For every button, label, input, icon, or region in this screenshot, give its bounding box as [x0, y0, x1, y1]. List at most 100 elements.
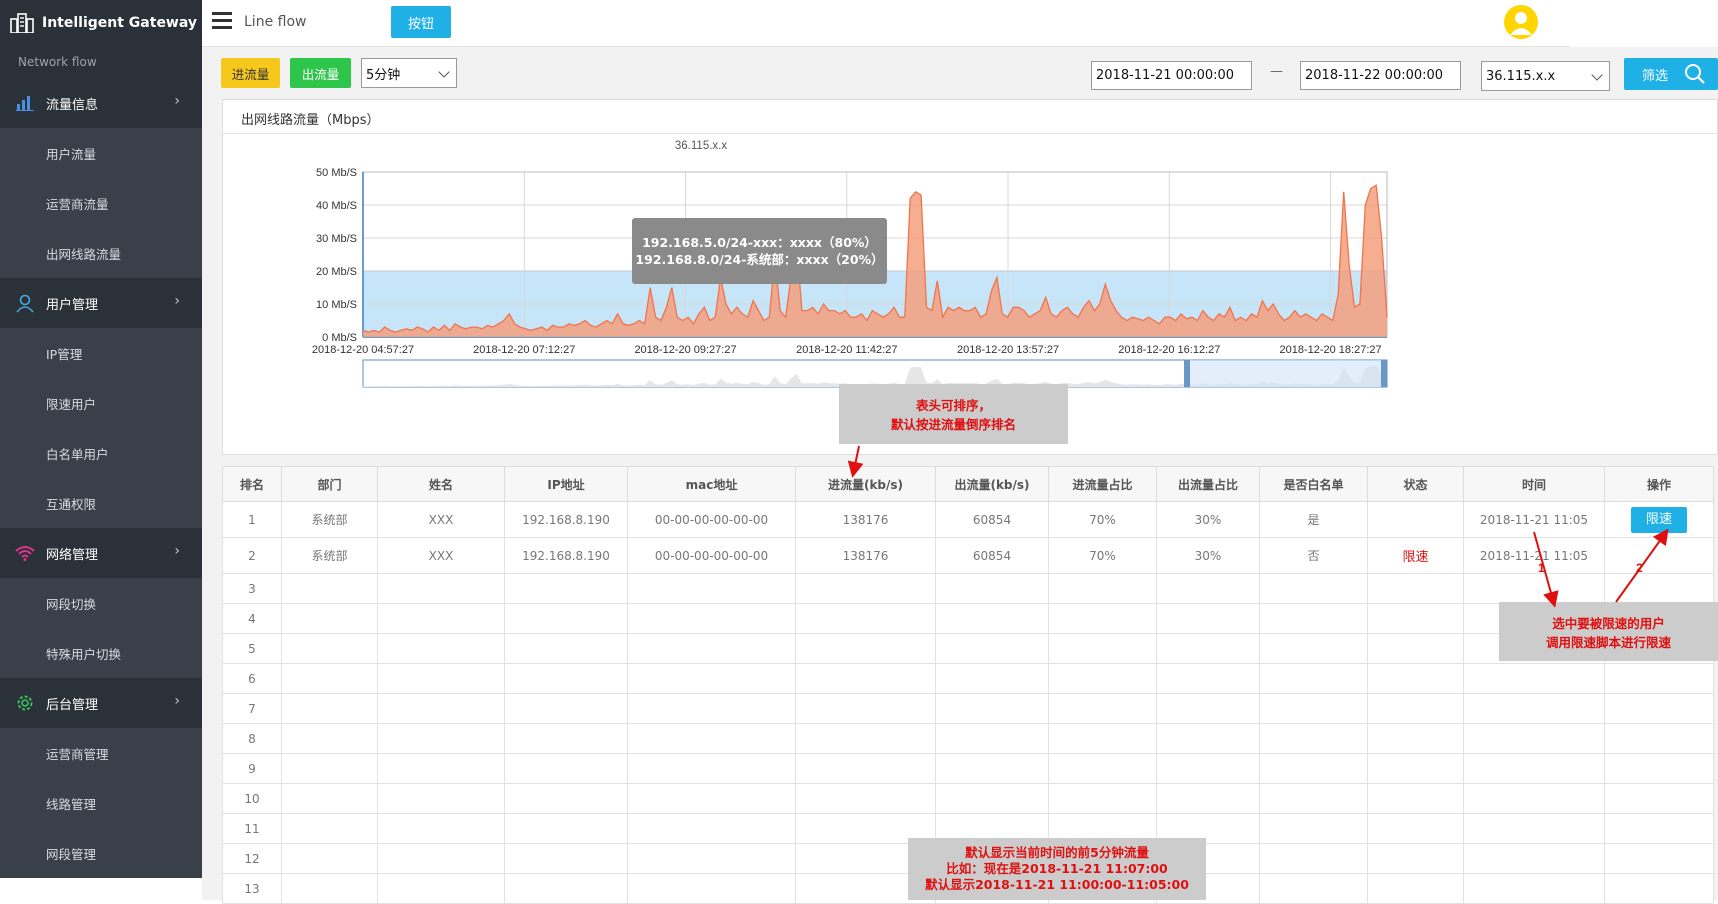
- cell-rank: 8: [222, 723, 282, 754]
- cell-rank: 13: [222, 873, 282, 904]
- x-tick-label: 2018-12-20 04:57:27: [312, 344, 414, 356]
- chart-tooltip: 192.168.5.0/24-xxx：xxxx（80%） 192.168.8.0…: [632, 218, 887, 284]
- empty-cell: [504, 693, 628, 724]
- cell-action: [1604, 537, 1714, 574]
- empty-cell: [627, 633, 796, 664]
- empty-cell: [627, 843, 796, 874]
- empty-cell: [935, 693, 1049, 724]
- empty-cell: [1259, 693, 1368, 724]
- empty-cell: [1048, 723, 1157, 754]
- column-header[interactable]: 状态: [1367, 466, 1464, 502]
- y-tick-label: 50 Mb/S: [316, 167, 357, 179]
- inflow-button[interactable]: 进流量: [221, 58, 280, 88]
- empty-cell: [1367, 753, 1464, 784]
- cell-name: XXX: [377, 501, 505, 538]
- limit-note-line-2: 调用限速脚本进行限速: [1545, 634, 1671, 650]
- empty-cell: [1156, 663, 1260, 694]
- sidebar-item[interactable]: 运营商流量: [0, 178, 202, 228]
- y-tick-label: 30 Mb/S: [316, 233, 357, 245]
- column-header[interactable]: mac地址: [627, 466, 796, 502]
- sidebar-group-2[interactable]: 网络管理 ›: [0, 528, 202, 578]
- column-header[interactable]: 操作: [1604, 466, 1714, 502]
- ip-select[interactable]: 36.115.x.x: [1481, 61, 1610, 91]
- empty-cell: [504, 873, 628, 904]
- avatar[interactable]: [1504, 5, 1538, 39]
- sidebar-item[interactable]: 限速用户: [0, 378, 202, 428]
- sidebar-group-1[interactable]: 用户管理 ›: [0, 278, 202, 328]
- end-time-input[interactable]: 2018-11-22 00:00:00: [1300, 61, 1461, 90]
- empty-cell: [1156, 723, 1260, 754]
- column-header[interactable]: 时间: [1463, 466, 1605, 502]
- empty-cell: [281, 693, 378, 724]
- cell-text: XXX: [428, 548, 454, 563]
- sidebar-item[interactable]: 网段切换: [0, 578, 202, 628]
- column-header[interactable]: 进流量(kb/s): [795, 466, 936, 502]
- rate-limit-button[interactable]: 限速: [1631, 506, 1687, 533]
- sidebar-item[interactable]: 运营商管理: [0, 728, 202, 778]
- column-header[interactable]: 姓名: [377, 466, 505, 502]
- filter-button[interactable]: 筛选: [1624, 58, 1718, 90]
- empty-cell: [795, 753, 936, 784]
- empty-cell: [1604, 873, 1714, 904]
- column-header[interactable]: 排名: [222, 466, 282, 502]
- empty-cell: [1463, 663, 1605, 694]
- cell-text: 192.168.8.190: [522, 512, 610, 527]
- cell-rank: 5: [222, 633, 282, 664]
- table-row[interactable]: 1 系统部 XXX 192.168.8.190 00-00-00-00-00-00 138…: [222, 501, 1714, 538]
- column-header[interactable]: 部门: [281, 466, 378, 502]
- empty-cell: [935, 573, 1049, 604]
- user-avatar-icon: [1510, 12, 1532, 35]
- default-note-line-1: 默认显示当前时间的前5分钟流量: [965, 845, 1149, 860]
- navigator-handle-left[interactable]: [1184, 360, 1190, 387]
- empty-cell: [627, 573, 796, 604]
- header-button[interactable]: 按钮: [391, 6, 451, 38]
- cell-text: 70%: [1089, 548, 1116, 563]
- menu-icon[interactable]: [212, 12, 232, 30]
- x-tick-label: 2018-12-20 13:57:27: [957, 344, 1059, 356]
- column-header[interactable]: IP地址: [504, 466, 628, 502]
- sidebar-group-label: 后台管理: [46, 697, 99, 713]
- empty-cell: [1367, 873, 1464, 904]
- empty-cell: [1367, 573, 1464, 604]
- cell-rank: 12: [222, 843, 282, 874]
- sidebar-group-label: 用户管理: [46, 297, 99, 313]
- cell-out-ratio: 30%: [1156, 537, 1260, 574]
- table-row: 4: [222, 603, 1714, 634]
- cell-dept: 系统部: [281, 501, 378, 538]
- column-header[interactable]: 是否白名单: [1259, 466, 1368, 502]
- sidebar-group-0[interactable]: 流量信息 ›: [0, 78, 202, 128]
- empty-cell: [935, 723, 1049, 754]
- cell-rank: 7: [222, 693, 282, 724]
- sidebar-item[interactable]: 互通权限: [0, 478, 202, 528]
- table-row[interactable]: 2 系统部 XXX 192.168.8.190 00-00-00-00-00-00 138…: [222, 537, 1714, 574]
- cell-rank: 10: [222, 783, 282, 814]
- outflow-button[interactable]: 出流量: [290, 58, 351, 88]
- empty-cell: [1463, 873, 1605, 904]
- navigator-handle-right[interactable]: [1381, 360, 1387, 387]
- column-header[interactable]: 出流量占比: [1156, 466, 1260, 502]
- sidebar-item[interactable]: IP管理: [0, 328, 202, 378]
- cell-text: XXX: [428, 512, 454, 527]
- filter-label: 筛选: [1642, 68, 1669, 84]
- user-icon: [14, 292, 36, 314]
- sidebar-item[interactable]: 线路管理: [0, 778, 202, 828]
- cell-rank: 2: [222, 537, 282, 574]
- cell-text: 138176: [842, 512, 889, 527]
- sort-note: 表头可排序， 默认按进流量倒序排名: [839, 384, 1068, 444]
- sidebar-item[interactable]: 白名单用户: [0, 428, 202, 478]
- table-row: 3: [222, 573, 1714, 604]
- top-header: Line flow 按钮: [202, 0, 1570, 47]
- column-header[interactable]: 进流量占比: [1048, 466, 1157, 502]
- sidebar-item[interactable]: 用户流量: [0, 128, 202, 178]
- y-tick-label: 10 Mb/S: [316, 299, 357, 311]
- interval-select[interactable]: 5分钟: [361, 58, 457, 88]
- sidebar-item[interactable]: 出网线路流量: [0, 228, 202, 278]
- sidebar-item[interactable]: 特殊用户切换: [0, 628, 202, 678]
- chevron-right-icon: ›: [174, 543, 180, 559]
- start-time-input[interactable]: 2018-11-21 00:00:00: [1091, 61, 1252, 90]
- sidebar-item[interactable]: 网段管理: [0, 828, 202, 878]
- sidebar-group-3[interactable]: 后台管理 ›: [0, 678, 202, 728]
- column-header[interactable]: 出流量(kb/s): [935, 466, 1049, 502]
- table-row: 5: [222, 633, 1714, 664]
- default-note-line-2: 比如：现在是2018-11-21 11:07:00: [946, 861, 1168, 876]
